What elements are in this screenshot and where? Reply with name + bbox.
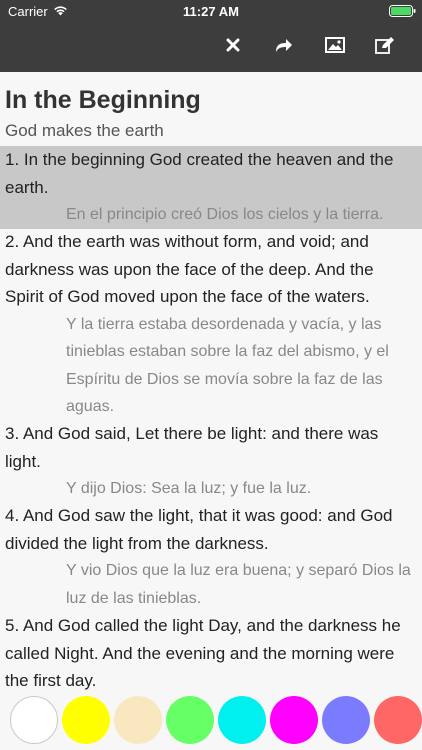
highlight-color-palette [0,692,422,750]
verse-4-english: 4. And God saw the light, that it was go… [5,506,393,553]
status-right [389,5,416,20]
chapter-content[interactable]: In the Beginning God makes the earth 1. … [0,72,422,692]
verse-3[interactable]: 3. And God said, Let there be light: and… [0,420,422,503]
image-icon [325,36,345,58]
close-icon [226,38,240,57]
color-swatch-red[interactable] [374,696,422,744]
verse-2[interactable]: 2. And the earth was without form, and v… [0,228,422,421]
verse-2-spanish: Y la tierra estaba desordenada y vacía, … [66,315,389,416]
verse-5-english: 5. And God called the light Day, and the… [5,616,401,690]
status-time: 11:27 AM [183,4,239,19]
chapter-title: In the Beginning [5,86,201,114]
verse-1-spanish: En el principio creó Dios los cielos y l… [66,206,384,223]
verse-5[interactable]: 5. And God called the light Day, and the… [0,612,422,692]
edit-icon [375,36,395,59]
color-swatch-cyan[interactable] [218,696,266,744]
color-swatch-yellow[interactable] [62,696,110,744]
color-swatch-beige[interactable] [114,696,162,744]
share-button[interactable] [271,34,297,60]
verse-1-selected[interactable]: 1. In the beginning God created the heav… [0,146,422,229]
share-icon [275,37,293,58]
status-bar: Carrier 11:27 AM [0,0,422,22]
color-swatch-green[interactable] [166,696,214,744]
verse-3-english: 3. And God said, Let there be light: and… [5,424,379,471]
color-swatch-blue[interactable] [322,696,370,744]
edit-button[interactable] [372,34,398,60]
color-swatch-white[interactable] [10,696,58,744]
verse-3-spanish: Y dijo Dios: Sea la luz; y fue la luz. [66,480,312,497]
color-swatch-magenta[interactable] [270,696,318,744]
verse-4[interactable]: 4. And God saw the light, that it was go… [0,502,422,612]
chapter-subtitle: God makes the earth [5,121,164,140]
close-button[interactable] [220,34,246,60]
verse-2-english: 2. And the earth was without form, and v… [5,232,374,306]
image-button[interactable] [322,34,348,60]
verse-4-spanish: Y vio Dios que la luz era buena; y separ… [66,562,411,607]
battery-icon [389,5,416,20]
verse-1-english: 1. In the beginning God created the heav… [5,150,394,197]
toolbar [0,22,422,72]
